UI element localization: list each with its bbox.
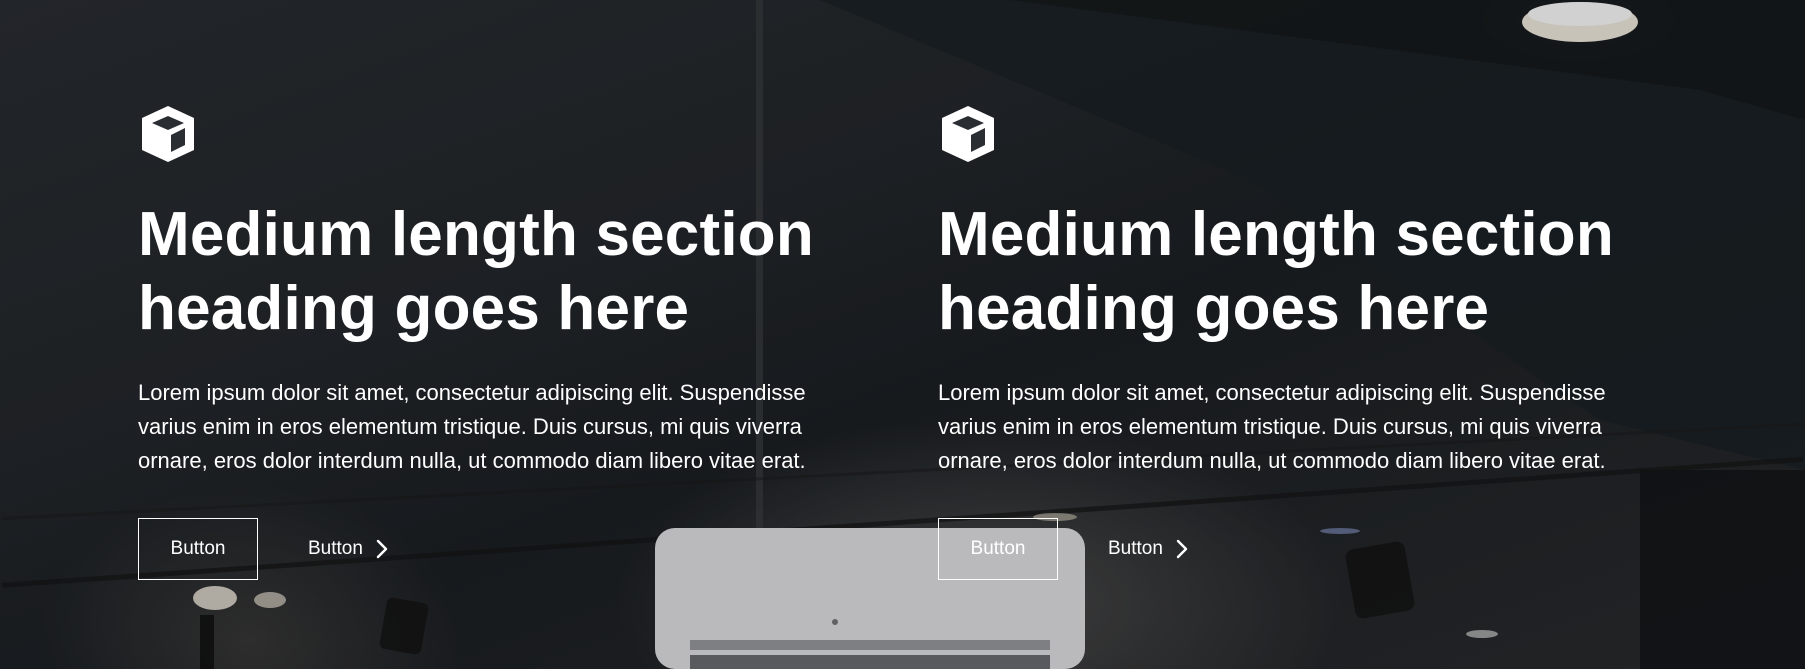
chevron-right-icon <box>376 539 388 559</box>
primary-button-label: Button <box>970 538 1026 559</box>
secondary-link-button[interactable]: Button <box>1108 538 1189 560</box>
section-heading: Medium length section heading goes here <box>938 200 1614 343</box>
feature-column-left: Medium length section heading goes here … <box>138 104 838 580</box>
cube-icon <box>942 106 994 162</box>
section-actions: Button Button <box>938 518 1638 580</box>
secondary-button-label: Button <box>308 538 363 559</box>
secondary-button-label: Button <box>1108 538 1163 559</box>
secondary-link-button[interactable]: Button <box>308 538 389 560</box>
chevron-right-icon <box>1176 539 1188 559</box>
primary-button-label: Button <box>170 538 226 559</box>
section-body: Lorem ipsum dolor sit amet, consectetur … <box>138 380 806 473</box>
feature-column-right: Medium length section heading goes here … <box>938 104 1638 580</box>
primary-button[interactable]: Button <box>938 518 1058 580</box>
section-heading: Medium length section heading goes here <box>138 200 814 343</box>
section-body: Lorem ipsum dolor sit amet, consectetur … <box>938 380 1606 473</box>
cube-icon <box>142 106 194 162</box>
section-actions: Button Button <box>138 518 838 580</box>
primary-button[interactable]: Button <box>138 518 258 580</box>
